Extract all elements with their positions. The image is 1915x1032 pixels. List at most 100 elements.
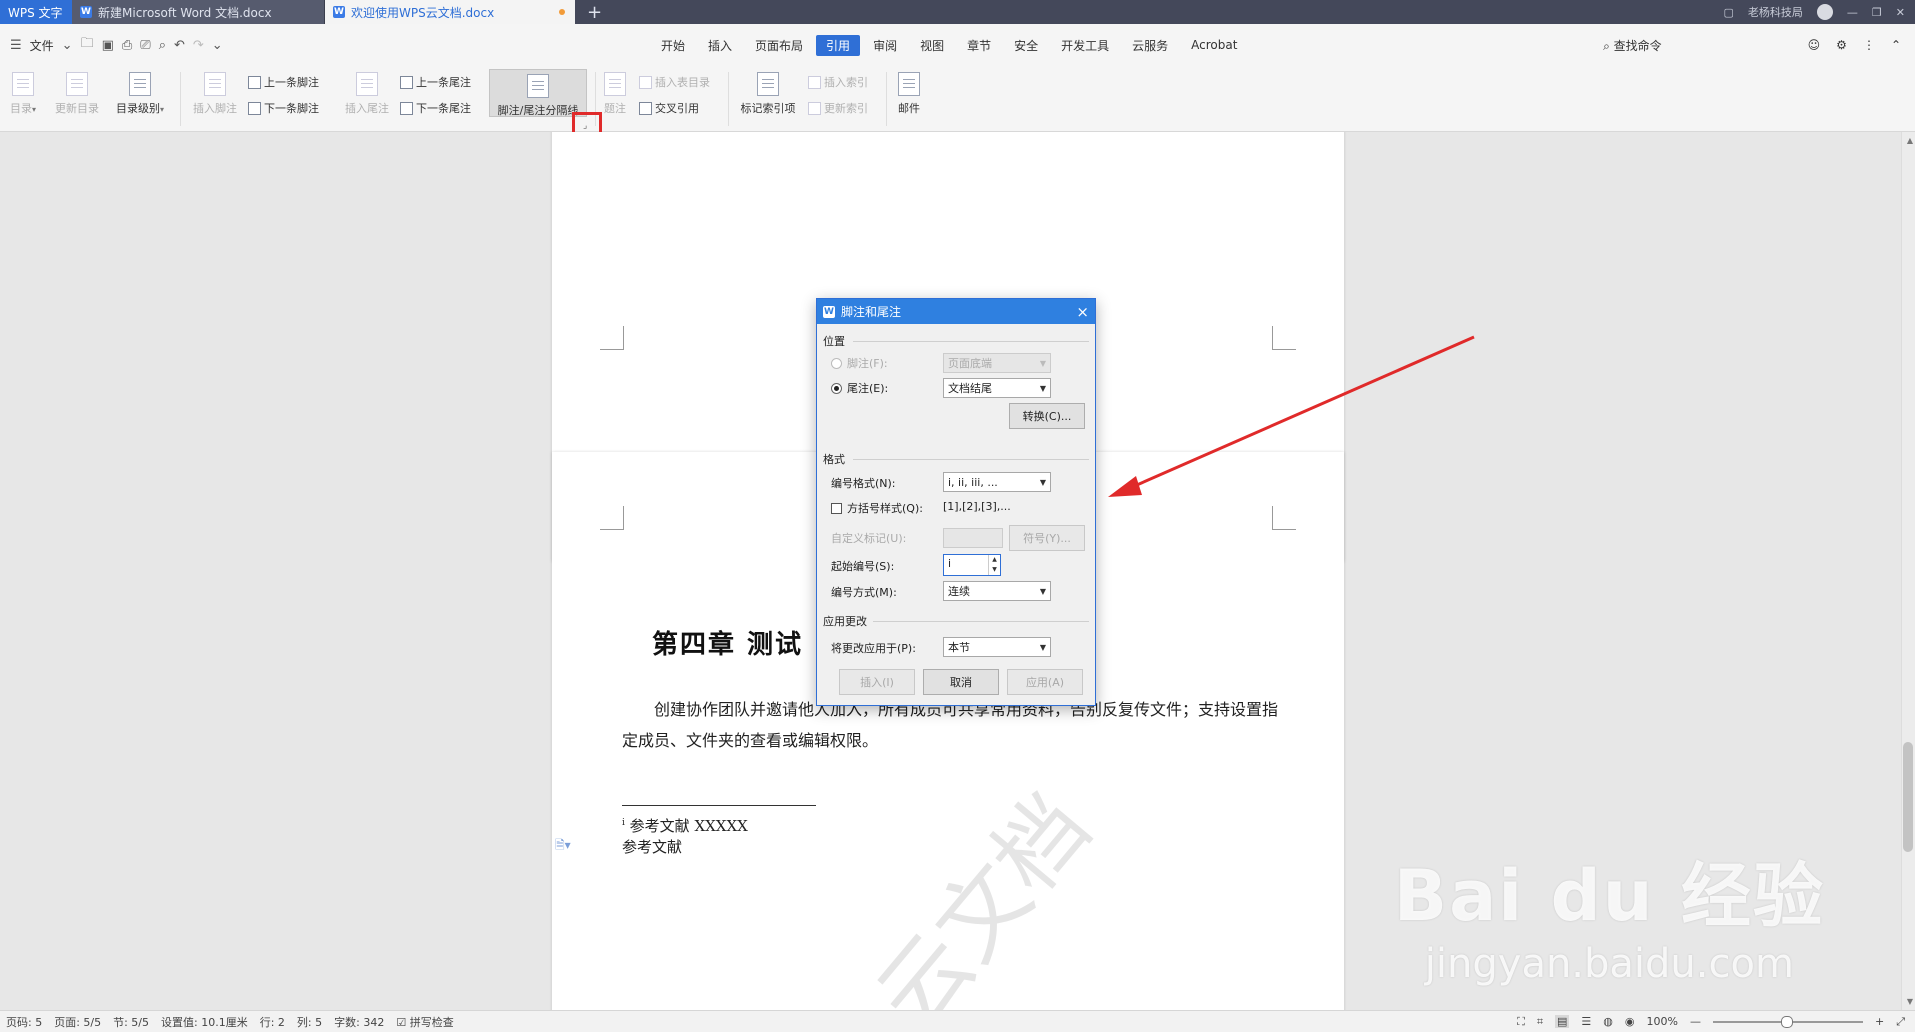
scroll-down-icon[interactable]: ▼ [1907,997,1913,1006]
app-tab[interactable]: WPS 文字 [0,0,72,24]
status-pages[interactable]: 页面: 5/5 [48,1014,107,1030]
document-tab-2[interactable]: W 欢迎使用WPS云文档.docx [325,0,575,24]
fullscreen-icon[interactable]: ⛶ [1517,1015,1525,1029]
open-folder-icon[interactable]: 🗀 [81,34,94,56]
scrollbar-thumb[interactable] [1903,742,1913,852]
customize-icon[interactable]: ⌄ [212,38,223,53]
tablet-mode-icon[interactable]: ▢ [1724,6,1734,19]
cancel-button[interactable]: 取消 [923,669,999,695]
zoom-out-icon[interactable]: — [1690,1015,1701,1028]
endnote-radio-row[interactable]: 尾注(E): [831,380,888,396]
outline-view-icon[interactable]: ☰ [1581,1015,1591,1028]
zoom-in-icon[interactable]: + [1875,1015,1884,1028]
zoom-slider[interactable] [1712,1015,1863,1028]
mark-index-button[interactable]: 标记索引项 [736,72,800,116]
next-footnote-button[interactable]: 下一条脚注 [248,100,319,116]
insert-footnote-button[interactable]: 插入脚注 [188,72,242,116]
update-toc-button[interactable]: 更新目录 [50,72,104,116]
comment-margin-icon[interactable]: 🗎▾ [555,836,571,857]
tab-7[interactable]: 安全 [1004,35,1048,56]
export-icon[interactable]: ⎙ [122,38,132,53]
more-icon[interactable]: ⋮ [1863,38,1875,52]
status-section[interactable]: 节: 5/5 [107,1014,155,1030]
apply-to-select[interactable]: 本节 ▼ [943,637,1051,657]
insert-index-button[interactable]: 插入索引 [808,74,868,90]
tab-9[interactable]: 云服务 [1122,35,1178,56]
status-page-number[interactable]: 页码: 5 [0,1014,48,1030]
avatar[interactable] [1816,4,1833,20]
print-preview-icon[interactable]: ⌕ [159,38,166,53]
minimize-icon[interactable]: — [1847,6,1858,19]
apply-button[interactable]: 应用(A) [1007,669,1083,695]
bracket-style-row[interactable]: 方括号样式(Q): [831,500,923,516]
status-row[interactable]: 行: 2 [254,1014,291,1030]
endnote-position-select[interactable]: 文档结尾 ▼ [943,378,1051,398]
print-icon[interactable]: ⎚ [140,38,150,53]
tab-10[interactable]: Acrobat [1181,36,1247,54]
close-window-icon[interactable]: ✕ [1896,6,1905,19]
tab-3[interactable]: 引用 [816,34,861,56]
start-at-stepper[interactable]: i ▲ ▼ [943,554,1001,576]
toc-button[interactable]: 目录▾ [6,72,40,116]
toc-level-button[interactable]: 目录级别▾ [110,72,170,116]
custom-mark-input[interactable] [943,528,1003,548]
web-view-icon[interactable]: ◍ [1603,1015,1613,1028]
bracket-style-checkbox[interactable] [831,502,842,514]
close-icon[interactable]: × [1076,303,1089,321]
insert-table-toc-button[interactable]: 插入表目录 [639,74,710,90]
insert-button[interactable]: 插入(I) [839,669,915,695]
redo-icon[interactable]: ↷ [193,38,204,53]
footnote-entry[interactable]: i 参考文献 XXXXX [622,815,748,836]
tab-4[interactable]: 审阅 [863,35,907,56]
save-icon[interactable]: ▣ [102,38,114,53]
insert-endnote-button[interactable]: 插入尾注 [340,72,394,116]
collapse-ribbon-icon[interactable]: ⌃ [1891,38,1901,52]
footnote-entry-2[interactable]: 参考文献 [622,836,682,857]
convert-button[interactable]: 转换(C)... [1009,403,1085,429]
mail-button[interactable]: 邮件 [894,72,924,116]
caption-button[interactable]: 题注 [602,72,628,116]
zoom-level[interactable]: 100% [1647,1015,1678,1028]
footnote-position-select[interactable]: 页面底端 ▼ [943,353,1051,373]
chapter-heading[interactable]: 第四章 测试 [652,624,803,661]
stepper-arrows-icon[interactable]: ▲ ▼ [988,555,1000,575]
number-format-select[interactable]: i, ii, iii, ... ▼ [943,472,1051,492]
chevron-down-icon[interactable]: ⌄ [62,38,73,53]
footnote-radio[interactable] [831,357,842,369]
document-tab-1[interactable]: W 新建Microsoft Word 文档.docx [72,0,325,24]
next-endnote-button[interactable]: 下一条尾注 [400,100,471,116]
scroll-up-icon[interactable]: ▲ [1907,136,1913,145]
search-command[interactable]: ⌕ 查找命令 [1603,37,1662,54]
eye-protection-icon[interactable]: ◉ [1625,1015,1635,1028]
fit-page-icon[interactable]: ⤢ [1896,1015,1905,1029]
footnote-separator-button[interactable]: 脚注/尾注分隔线 [489,69,587,117]
restore-icon[interactable]: ❐ [1872,6,1882,19]
tab-5[interactable]: 视图 [910,35,954,56]
page-view-icon[interactable]: ▤ [1555,1015,1570,1028]
endnote-radio[interactable] [831,382,842,394]
numbering-select[interactable]: 连续 ▼ [943,581,1051,601]
symbol-button[interactable]: 符号(Y)... [1009,525,1085,551]
user-name[interactable]: 老杨科技局 [1748,4,1803,20]
chat-icon[interactable]: ☺ [1808,38,1821,52]
dialog-launcher-icon[interactable]: ⌟ [583,121,587,131]
status-word-count[interactable]: 字数: 342 [328,1014,390,1030]
tab-6[interactable]: 章节 [957,35,1001,56]
hamburger-icon[interactable]: ☰ [10,38,22,53]
tab-2[interactable]: 页面布局 [745,35,813,56]
prev-footnote-button[interactable]: 上一条脚注 [248,74,319,90]
file-menu[interactable]: 文件 [30,37,54,54]
new-tab-button[interactable]: + [575,0,614,24]
footnote-radio-row[interactable]: 脚注(F): [831,355,888,371]
cross-reference-button[interactable]: 交叉引用 [639,100,699,116]
gear-icon[interactable]: ⚙ [1836,38,1847,52]
status-setting[interactable]: 设置值: 10.1厘米 [155,1014,254,1030]
spell-check-button[interactable]: ☑ 拼写检查 [390,1014,459,1030]
tab-0[interactable]: 开始 [651,35,695,56]
tab-8[interactable]: 开发工具 [1051,35,1119,56]
read-mode-icon[interactable]: ⌗ [1537,1015,1543,1029]
status-column[interactable]: 列: 5 [291,1014,328,1030]
update-index-button[interactable]: 更新索引 [808,100,868,116]
undo-icon[interactable]: ↶ [174,38,185,53]
vertical-scrollbar[interactable]: ▲ ▼ [1901,132,1915,1010]
